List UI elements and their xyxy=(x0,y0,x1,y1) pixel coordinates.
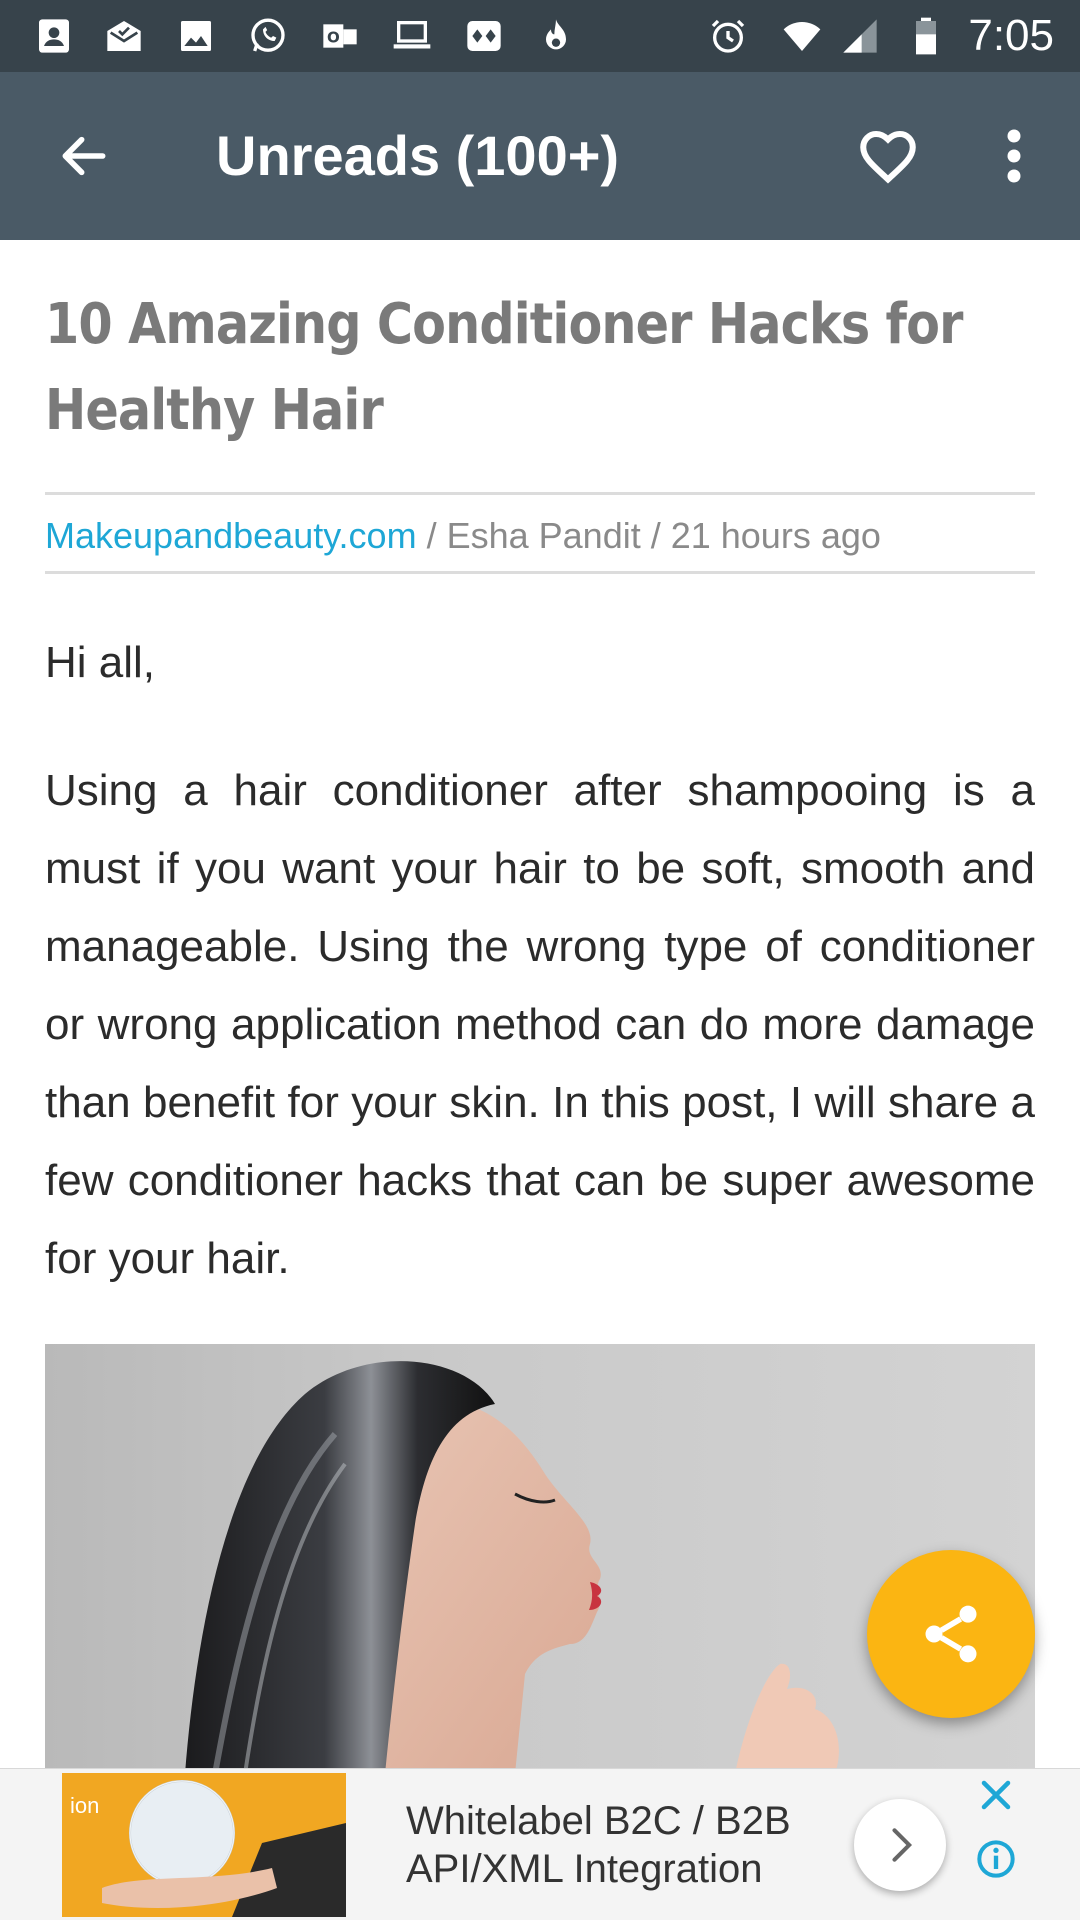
info-icon xyxy=(977,1840,1015,1878)
share-button[interactable] xyxy=(867,1550,1035,1718)
divider xyxy=(45,571,1035,574)
divider xyxy=(45,492,1035,495)
whatsapp-icon xyxy=(248,16,288,56)
app-screen: O 7:05 Unreads (100+) 10 Amazing Conditi… xyxy=(0,0,1080,1920)
outlook-icon: O xyxy=(320,16,360,56)
back-button[interactable] xyxy=(44,116,124,196)
contacts-icon xyxy=(34,16,74,56)
article-greeting: Hi all, xyxy=(45,638,156,687)
image-icon xyxy=(176,16,216,56)
more-options-button[interactable] xyxy=(990,114,1038,198)
alarm-icon xyxy=(708,16,748,56)
battery-icon xyxy=(908,16,944,56)
heart-outline-icon xyxy=(860,130,916,184)
chevron-right-icon xyxy=(892,1828,913,1862)
close-icon xyxy=(981,1780,1011,1810)
ad-text[interactable]: Whitelabel B2C / B2B API/XML Integration xyxy=(406,1797,826,1893)
article-title: 10 Amazing Conditioner Hacks for Healthy… xyxy=(45,292,963,443)
author-time: / Esha Pandit / 21 hours ago xyxy=(416,515,881,556)
status-bar: O 7:05 xyxy=(0,0,1080,72)
cards-icon xyxy=(464,16,504,56)
source-link[interactable]: Makeupandbeauty.com xyxy=(45,515,417,556)
page-title: Unreads (100+) xyxy=(216,124,620,187)
ad-text-line2: API/XML Integration xyxy=(406,1847,763,1891)
more-vert-icon xyxy=(1007,129,1021,183)
laptop-icon xyxy=(392,16,432,56)
mail-icon xyxy=(104,16,144,56)
ad-image-caption: ion xyxy=(70,1793,99,1818)
arrow-left-icon xyxy=(62,136,106,176)
wifi-icon xyxy=(776,16,828,56)
ad-text-line1: Whitelabel B2C / B2B xyxy=(406,1799,791,1843)
article-body: Using a hair conditioner after shampooin… xyxy=(45,766,1035,1283)
share-icon xyxy=(925,1605,977,1663)
app-bar: Unreads (100+) xyxy=(0,72,1080,240)
svg-text:O: O xyxy=(327,29,340,47)
favorite-button[interactable] xyxy=(846,114,930,198)
ad-close-button[interactable] xyxy=(976,1775,1016,1815)
status-time: 7:05 xyxy=(968,11,1054,60)
ad-info-button[interactable] xyxy=(976,1839,1016,1879)
fire-icon xyxy=(536,16,576,56)
article-hero-image xyxy=(45,1344,1035,1774)
ad-banner[interactable]: ion Whitelabel B2C / B2B API/XML Integra… xyxy=(0,1768,1080,1920)
ad-image[interactable]: ion xyxy=(62,1773,346,1917)
article-meta: Makeupandbeauty.com / Esha Pandit / 21 h… xyxy=(45,504,1035,568)
ad-open-button[interactable] xyxy=(854,1799,946,1891)
signal-icon xyxy=(836,16,884,56)
